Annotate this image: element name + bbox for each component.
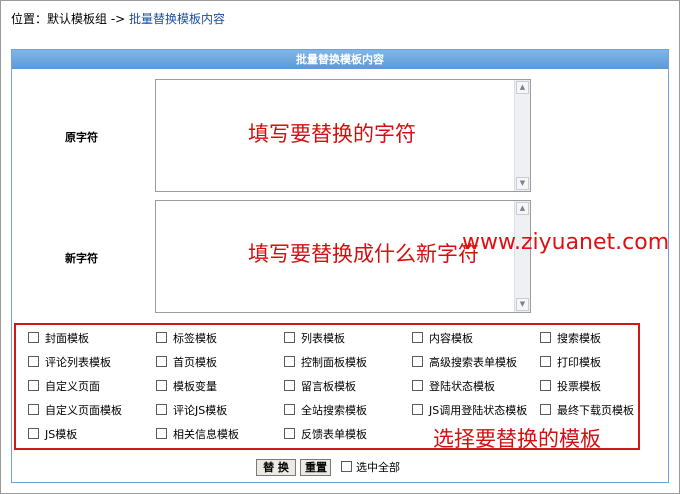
replace-button[interactable]: 替 换 xyxy=(256,459,296,476)
replace-panel: 批量替换模板内容 原字符 ▲ ▼ 填写要替换的字符 新字符 ▲ ▼ 填写要替换成… xyxy=(11,49,669,483)
template-option-label: 自定义页面 xyxy=(45,380,100,393)
watermark: www.ziyuanet.com xyxy=(462,230,670,255)
select-all-checkbox[interactable] xyxy=(341,461,352,472)
template-option-label: 模板变量 xyxy=(173,380,217,393)
select-all-label: 选中全部 xyxy=(356,461,400,474)
scroll-down-icon[interactable]: ▼ xyxy=(516,298,529,311)
template-option[interactable]: 登陆状态模板 xyxy=(412,380,495,394)
template-checkbox[interactable] xyxy=(540,404,551,415)
breadcrumb-separator: -> xyxy=(107,12,130,26)
template-option-label: 标签模板 xyxy=(173,332,217,345)
template-checkbox[interactable] xyxy=(28,380,39,391)
template-option[interactable]: 标签模板 xyxy=(156,332,217,346)
breadcrumb-group[interactable]: 默认模板组 xyxy=(47,12,107,26)
template-checkbox[interactable] xyxy=(284,356,295,367)
template-option-label: 全站搜索模板 xyxy=(301,404,367,417)
template-checkbox[interactable] xyxy=(284,428,295,439)
template-checkbox[interactable] xyxy=(156,332,167,343)
template-checkbox[interactable] xyxy=(412,404,423,415)
template-checkbox[interactable] xyxy=(28,356,39,367)
template-option[interactable]: 反馈表单模板 xyxy=(284,428,367,442)
template-option[interactable]: 评论列表模板 xyxy=(28,356,111,370)
template-option-label: 封面模板 xyxy=(45,332,89,345)
template-option-label: 最终下载页模板 xyxy=(557,404,634,417)
template-option-label: 内容模板 xyxy=(429,332,473,345)
template-option-label: 自定义页面模板 xyxy=(45,404,122,417)
template-option-label: 搜索模板 xyxy=(557,332,601,345)
template-option[interactable]: 搜索模板 xyxy=(540,332,601,346)
original-scrollbar[interactable]: ▲ ▼ xyxy=(514,80,530,191)
template-checkbox[interactable] xyxy=(284,404,295,415)
template-option-label: 评论列表模板 xyxy=(45,356,111,369)
new-hint: 填写要替换成什么新字符 xyxy=(248,242,479,266)
template-checkbox[interactable] xyxy=(156,428,167,439)
template-option[interactable]: 首页模板 xyxy=(156,356,217,370)
template-option[interactable]: 评论JS模板 xyxy=(156,404,227,418)
template-option[interactable]: 封面模板 xyxy=(28,332,89,346)
template-option[interactable]: 留言板模板 xyxy=(284,380,356,394)
template-option[interactable]: 相关信息模板 xyxy=(156,428,239,442)
template-checkbox-group: 选择要替换的模板 封面模板 标签模板 列表模板 内容模板 搜索模板评论列表模板 首页模板 控… xyxy=(14,323,640,451)
template-checkbox[interactable] xyxy=(28,404,39,415)
template-checkbox[interactable] xyxy=(540,356,551,367)
template-option-label: 列表模板 xyxy=(301,332,345,345)
template-option[interactable]: 全站搜索模板 xyxy=(284,404,367,418)
template-checkbox[interactable] xyxy=(412,332,423,343)
template-option[interactable]: 模板变量 xyxy=(156,380,217,394)
template-checkbox[interactable] xyxy=(412,356,423,367)
template-option[interactable]: 自定义页面 xyxy=(28,380,100,394)
template-option-label: 相关信息模板 xyxy=(173,428,239,441)
template-option-label: 留言板模板 xyxy=(301,380,356,393)
template-option-label: JS调用登陆状态模板 xyxy=(429,404,528,417)
template-option-label: 反馈表单模板 xyxy=(301,428,367,441)
template-option-label: JS模板 xyxy=(45,428,78,441)
template-option[interactable]: 列表模板 xyxy=(284,332,345,346)
template-option-label: 首页模板 xyxy=(173,356,217,369)
template-option[interactable]: 打印模板 xyxy=(540,356,601,370)
template-option[interactable]: 内容模板 xyxy=(412,332,473,346)
scroll-down-icon[interactable]: ▼ xyxy=(516,177,529,190)
template-option[interactable]: 投票模板 xyxy=(540,380,601,394)
template-checkbox[interactable] xyxy=(540,380,551,391)
template-option-label: 登陆状态模板 xyxy=(429,380,495,393)
template-option[interactable]: 最终下载页模板 xyxy=(540,404,634,418)
breadcrumb-current[interactable]: 批量替换模板内容 xyxy=(129,12,225,26)
template-option-label: 评论JS模板 xyxy=(173,404,228,417)
new-label: 新字符 xyxy=(65,252,98,265)
original-hint: 填写要替换的字符 xyxy=(248,122,416,146)
template-checkbox[interactable] xyxy=(28,332,39,343)
template-option-label: 投票模板 xyxy=(557,380,601,393)
template-checkbox[interactable] xyxy=(284,332,295,343)
template-option[interactable]: JS调用登陆状态模板 xyxy=(412,404,527,418)
template-option-label: 打印模板 xyxy=(557,356,601,369)
template-checkbox[interactable] xyxy=(28,428,39,439)
template-option[interactable]: 自定义页面模板 xyxy=(28,404,122,418)
breadcrumb: 位置：默认模板组 -> 批量替换模板内容 xyxy=(11,10,225,27)
select-hint: 选择要替换的模板 xyxy=(433,427,601,451)
panel-title: 批量替换模板内容 xyxy=(12,50,668,69)
action-bar: 替 换重置 选中全部 xyxy=(256,459,400,477)
new-scrollbar[interactable]: ▲ ▼ xyxy=(514,201,530,312)
template-checkbox[interactable] xyxy=(284,380,295,391)
scroll-up-icon[interactable]: ▲ xyxy=(516,202,529,215)
template-checkbox[interactable] xyxy=(412,380,423,391)
template-checkbox[interactable] xyxy=(540,332,551,343)
breadcrumb-prefix: 位置： xyxy=(11,12,48,26)
template-option-label: 控制面板模板 xyxy=(301,356,367,369)
template-checkbox[interactable] xyxy=(156,380,167,391)
scroll-up-icon[interactable]: ▲ xyxy=(516,81,529,94)
template-option-label: 高级搜索表单模板 xyxy=(429,356,517,369)
template-option[interactable]: JS模板 xyxy=(28,428,77,442)
template-checkbox[interactable] xyxy=(156,356,167,367)
reset-button[interactable]: 重置 xyxy=(300,459,331,476)
template-checkbox[interactable] xyxy=(156,404,167,415)
original-label: 原字符 xyxy=(65,131,98,144)
select-all[interactable]: 选中全部 xyxy=(341,459,400,476)
template-option[interactable]: 控制面板模板 xyxy=(284,356,367,370)
template-option[interactable]: 高级搜索表单模板 xyxy=(412,356,517,370)
